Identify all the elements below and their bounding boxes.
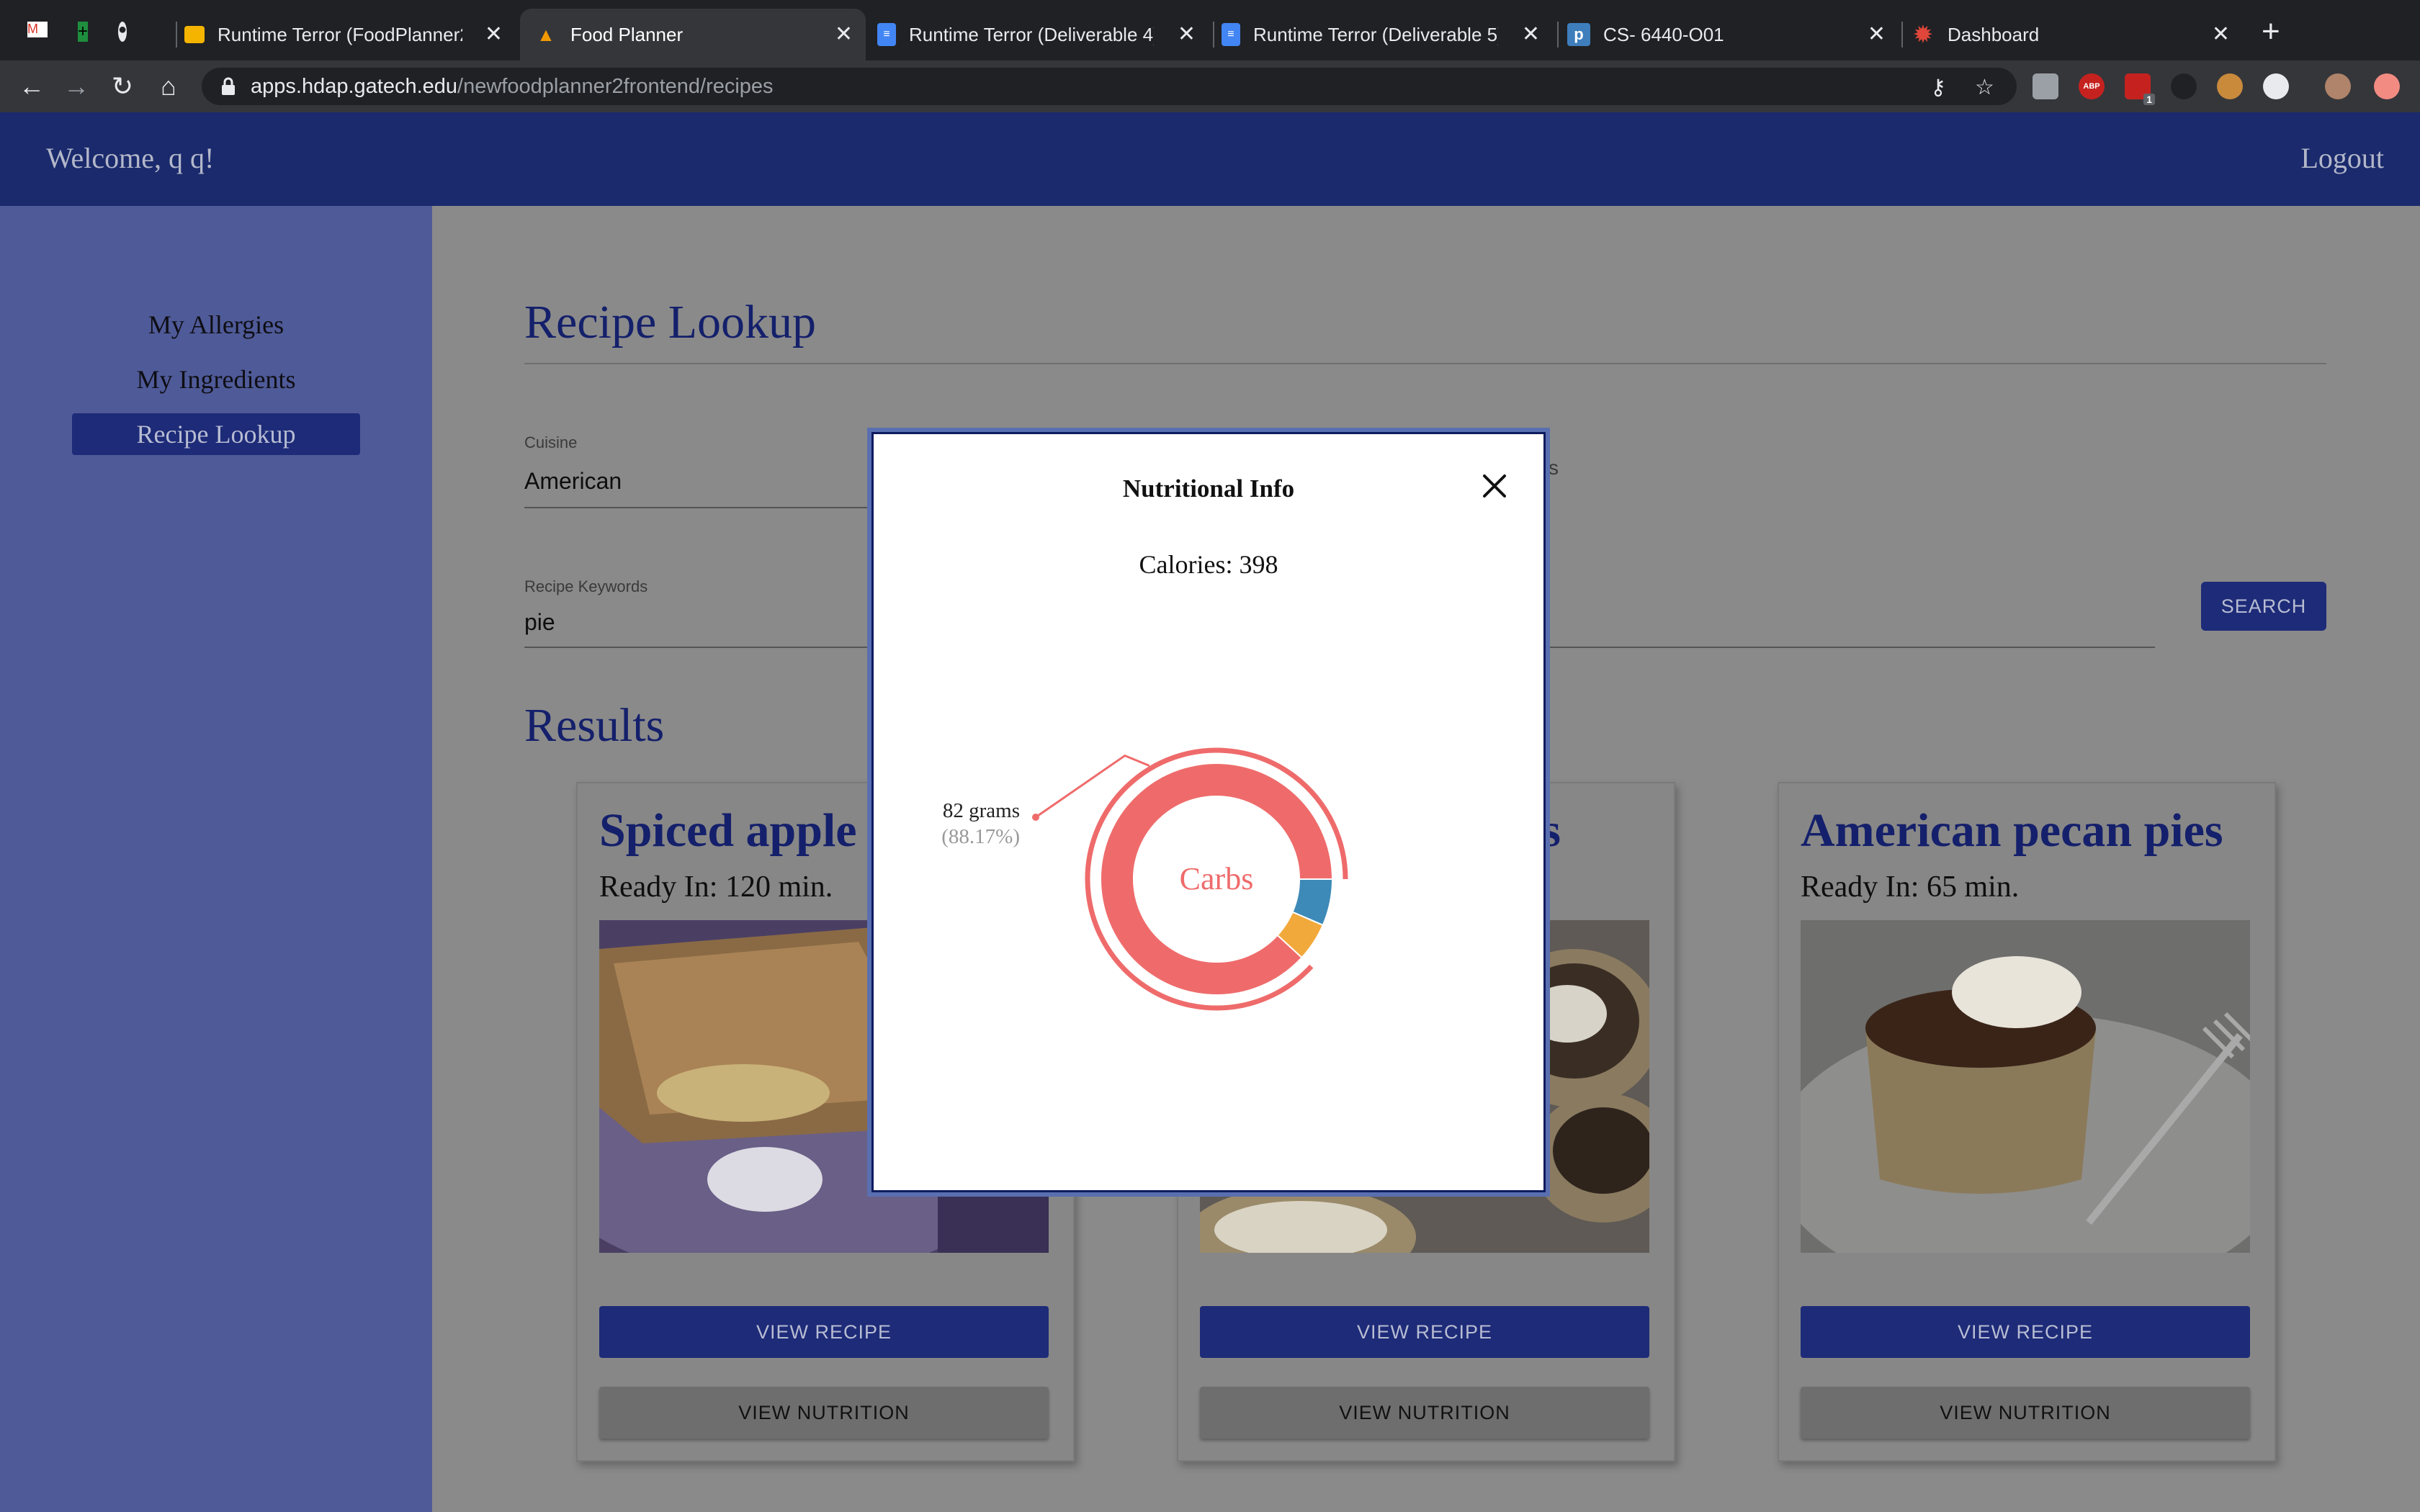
- extension-badge: 1: [2143, 94, 2155, 105]
- adblock-icon[interactable]: ABP: [2079, 73, 2105, 99]
- tab-runtime-terror-deliverable-4[interactable]: ≡ Runtime Terror (Deliverable 4) ✕: [877, 9, 1209, 60]
- github-icon[interactable]: ●: [118, 22, 127, 42]
- tab-separator: [1901, 22, 1903, 48]
- tab-runtime-terror-deliverable-5[interactable]: ≡ Runtime Terror (Deliverable 5) ✕: [1222, 9, 1553, 60]
- docs-icon: ≡: [1222, 23, 1240, 46]
- dashboard-icon: ✹: [1914, 22, 1932, 47]
- view-nutrition-button[interactable]: VIEW NUTRITION: [1801, 1387, 2250, 1439]
- gmail-icon[interactable]: M: [27, 22, 48, 37]
- grammar-icon[interactable]: [2263, 73, 2289, 99]
- food-bowl-icon: ▲: [537, 23, 555, 45]
- key-icon[interactable]: ⚷: [1930, 75, 1946, 100]
- recipe-title[interactable]: American pecan pies: [1801, 804, 2223, 858]
- tab-cs-6440[interactable]: p CS- 6440-O01 ✕: [1567, 9, 1899, 60]
- cuisine-select[interactable]: American: [524, 468, 622, 495]
- tab-separator: [1213, 22, 1214, 48]
- sidebar-item-recipe-lookup[interactable]: Recipe Lookup: [72, 413, 360, 455]
- sidebar: My Allergies My Ingredients Recipe Looku…: [0, 206, 432, 1512]
- close-tab-icon[interactable]: ✕: [485, 24, 503, 45]
- view-nutrition-button[interactable]: VIEW NUTRITION: [599, 1387, 1049, 1439]
- view-recipe-button[interactable]: VIEW RECIPE: [599, 1306, 1049, 1358]
- avatar[interactable]: [2325, 73, 2351, 99]
- star-icon[interactable]: ☆: [1975, 75, 1994, 100]
- logout-link[interactable]: Logout: [2300, 141, 2384, 175]
- sidebar-item-my-ingredients[interactable]: My Ingredients: [72, 359, 360, 400]
- pinned-tabs: M + ●: [27, 22, 127, 42]
- view-recipe-button[interactable]: VIEW RECIPE: [1200, 1306, 1649, 1358]
- tab-title: Runtime Terror (Deliverable 4): [909, 23, 1154, 45]
- reload-icon[interactable]: ↻: [105, 69, 140, 104]
- ready-time: Ready In: 120 min.: [599, 870, 833, 904]
- results-heading: Results: [524, 699, 665, 752]
- close-tab-icon[interactable]: ✕: [1178, 24, 1196, 45]
- cookie-icon[interactable]: [2217, 73, 2243, 99]
- url-text: apps.hdap.gatech.edu/newfoodplanner2fron…: [251, 75, 774, 99]
- tab-separator: [1557, 22, 1559, 48]
- close-tab-icon[interactable]: ✕: [1522, 24, 1540, 45]
- piazza-icon: p: [1567, 23, 1590, 46]
- tab-food-planner[interactable]: ▲ Food Planner ✕: [520, 9, 866, 60]
- tab-title: Runtime Terror (FoodPlanner2): [218, 23, 462, 45]
- tab-dashboard[interactable]: ✹ Dashboard ✕: [1912, 9, 2243, 60]
- recipe-card: American pecan pies Ready In: 65 min. VI…: [1778, 782, 2276, 1462]
- tab-title: Runtime Terror (Deliverable 5): [1253, 23, 1498, 45]
- update-icon[interactable]: [2374, 73, 2400, 99]
- ready-time: Ready In: 65 min.: [1801, 870, 2020, 904]
- ghostery-icon[interactable]: [2171, 73, 2197, 99]
- adblock-label: ABP: [2083, 82, 2100, 91]
- keywords-input[interactable]: pie: [524, 609, 555, 636]
- url-host: apps.hdap.gatech.edu: [251, 75, 458, 98]
- keywords-label: Recipe Keywords: [524, 577, 648, 595]
- calendar-extension-icon[interactable]: 1: [2125, 73, 2155, 105]
- home-icon[interactable]: ⌂: [151, 69, 186, 104]
- app-header: Welcome, q q! Logout: [0, 112, 2420, 206]
- callout-percent: (88.17%): [941, 825, 1020, 848]
- docs-icon: ≡: [877, 23, 896, 46]
- recipe-title[interactable]: Spiced apple p: [599, 804, 895, 858]
- tab-title: CS- 6440-O01: [1603, 23, 1724, 45]
- address-bar[interactable]: apps.hdap.gatech.edu/newfoodplanner2fron…: [202, 68, 2017, 105]
- cuisine-underline: [524, 507, 884, 508]
- divider: [524, 363, 2326, 364]
- extension-icon[interactable]: [2033, 73, 2058, 99]
- page-title: Recipe Lookup: [524, 296, 817, 348]
- tab-runtime-terror-foodplanner2[interactable]: Runtime Terror (FoodPlanner2) ✕: [184, 9, 516, 60]
- tab-title: Dashboard: [1948, 23, 2040, 45]
- hidden-label-fragment: s: [1549, 456, 1559, 479]
- back-icon[interactable]: ←: [14, 69, 49, 104]
- welcome-message: Welcome, q q!: [46, 142, 215, 174]
- callout-dot: [1032, 814, 1039, 821]
- new-tab-icon[interactable]: +: [2262, 16, 2280, 48]
- search-button[interactable]: SEARCH: [2201, 582, 2326, 631]
- close-tab-icon[interactable]: ✕: [2212, 24, 2230, 45]
- browser-toolbar: ← → ↻ ⌂ apps.hdap.gatech.edu/newfoodplan…: [0, 60, 2420, 112]
- close-tab-icon[interactable]: ✕: [1868, 24, 1886, 45]
- slides-icon: [184, 26, 205, 43]
- url-path: /newfoodplanner2frontend/recipes: [457, 75, 774, 98]
- tab-title: Food Planner: [570, 23, 684, 45]
- tab-separator: [176, 22, 177, 48]
- cuisine-label: Cuisine: [524, 433, 578, 451]
- forward-icon[interactable]: →: [59, 69, 94, 104]
- center-label: Carbs: [1180, 861, 1254, 896]
- close-tab-icon[interactable]: ✕: [835, 24, 853, 45]
- recipe-image: [1801, 920, 2250, 1253]
- sheets-icon[interactable]: +: [78, 22, 89, 42]
- view-recipe-button[interactable]: VIEW RECIPE: [1801, 1306, 2250, 1358]
- view-nutrition-button[interactable]: VIEW NUTRITION: [1200, 1387, 1649, 1439]
- nutrition-donut-chart: 82 grams (88.17%) Carbs: [941, 747, 1348, 1011]
- nutrition-modal: Nutritional Info Calories: 398 82 grams …: [871, 432, 1546, 1192]
- browser-tab-bar: M + ● Runtime Terror (FoodPlanner2) ✕ ▲ …: [0, 0, 2420, 60]
- lock-icon: [222, 77, 235, 95]
- sidebar-item-my-allergies[interactable]: My Allergies: [72, 304, 360, 346]
- callout-value: 82 grams: [943, 799, 1020, 822]
